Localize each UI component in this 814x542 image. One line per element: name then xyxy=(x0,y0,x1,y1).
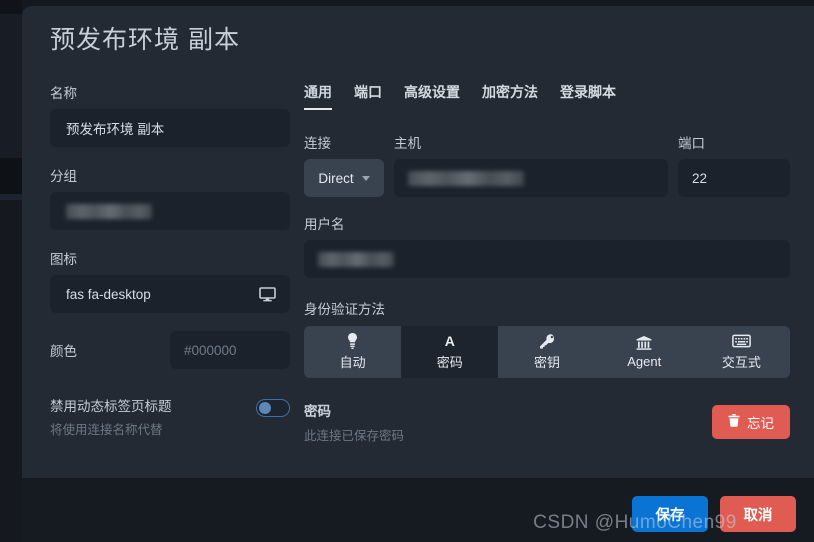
tab-general[interactable]: 通用 xyxy=(304,82,332,110)
tab-port[interactable]: 端口 xyxy=(354,82,382,110)
tab-login-script[interactable]: 登录脚本 xyxy=(560,82,616,110)
field-port: 端口 22 xyxy=(678,132,790,197)
password-section: 密码 此连接已保存密码 忘记 xyxy=(304,400,790,444)
chevron-down-icon xyxy=(361,175,370,181)
dynamic-tab-title-toggle[interactable] xyxy=(256,399,290,417)
field-connection: 连接 Direct xyxy=(304,132,384,197)
password-subtitle: 此连接已保存密码 xyxy=(304,429,405,443)
field-group-select: 分组 xyxy=(50,165,290,230)
host-input[interactable] xyxy=(394,159,668,197)
connection-label: 连接 xyxy=(304,136,331,151)
key-icon xyxy=(539,333,556,349)
rail-segment-active[interactable] xyxy=(0,158,22,194)
footer-buttons: 保存 取消 xyxy=(632,496,796,532)
field-color: 颜色 #000000 xyxy=(50,331,290,369)
auth-option-auto[interactable]: 自动 xyxy=(304,326,402,378)
field-dynamic-tab-title: 禁用动态标签页标题 将使用连接名称代替 xyxy=(50,395,290,438)
name-label: 名称 xyxy=(50,86,77,101)
left-app-rail xyxy=(0,0,22,542)
field-username: 用户名 xyxy=(304,213,790,278)
magic-lightbulb-icon xyxy=(346,333,359,349)
left-form-column: 名称 预发布环境 副本 分组 图标 fas fa-desktop 颜色 #000… xyxy=(50,82,290,438)
right-form-column: 通用 端口 高级设置 加密方法 登录脚本 连接 Direct 主机 端口 22 … xyxy=(304,82,790,444)
connection-select[interactable]: Direct xyxy=(304,159,384,197)
save-button[interactable]: 保存 xyxy=(632,496,708,532)
auth-option-password-label: 密码 xyxy=(436,355,463,370)
desktop-icon xyxy=(259,286,276,302)
bank-icon xyxy=(636,335,652,351)
keyboard-icon xyxy=(732,333,751,349)
host-redacted-value xyxy=(408,170,524,186)
dynamic-tab-title-texts: 禁用动态标签页标题 将使用连接名称代替 xyxy=(50,395,256,438)
auth-option-interactive[interactable]: 交互式 xyxy=(692,326,790,378)
port-label: 端口 xyxy=(678,136,705,151)
cancel-button[interactable]: 取消 xyxy=(720,496,796,532)
dialog-body: 预发布环境 副本 名称 预发布环境 副本 分组 图标 fas fa-deskto… xyxy=(22,6,814,478)
username-input[interactable] xyxy=(304,240,790,278)
dialog-title: 预发布环境 副本 xyxy=(50,26,240,54)
connection-select-value: Direct xyxy=(318,170,354,186)
dynamic-tab-title-label: 禁用动态标签页标题 xyxy=(50,399,172,414)
auth-option-password[interactable]: A 密码 xyxy=(401,326,499,378)
dynamic-tab-title-subtitle: 将使用连接名称代替 xyxy=(50,423,163,437)
field-name: 名称 预发布环境 副本 xyxy=(50,82,290,147)
port-input[interactable]: 22 xyxy=(678,159,790,197)
color-input[interactable]: #000000 xyxy=(170,331,290,369)
trash-icon xyxy=(728,414,740,430)
forget-password-label: 忘记 xyxy=(747,416,774,431)
rail-segment-top xyxy=(0,0,22,14)
auth-option-agent[interactable]: Agent xyxy=(595,326,693,378)
rail-segment-bottom xyxy=(0,200,22,542)
field-icon: 图标 fas fa-desktop xyxy=(50,248,290,313)
icon-input-value: fas fa-desktop xyxy=(66,286,151,302)
toggle-knob xyxy=(259,402,271,414)
app-window: 预发布环境 副本 名称 预发布环境 副本 分组 图标 fas fa-deskto… xyxy=(0,0,814,542)
dialog-footer: 保存 取消 xyxy=(22,478,814,542)
group-redacted-value xyxy=(66,203,152,219)
auth-option-agent-label: Agent xyxy=(627,354,662,369)
host-label: 主机 xyxy=(394,136,421,151)
tab-encryption[interactable]: 加密方法 xyxy=(482,82,538,110)
auth-option-key-label: 密钥 xyxy=(534,355,561,370)
field-host: 主机 xyxy=(394,132,668,197)
group-label: 分组 xyxy=(50,169,77,184)
auth-method-segmented-control: 自动 A 密码 密钥 Agent 交互式 xyxy=(304,326,790,378)
letter-a-icon: A xyxy=(444,333,455,349)
name-input[interactable]: 预发布环境 副本 xyxy=(50,109,290,147)
auth-option-key[interactable]: 密钥 xyxy=(498,326,596,378)
username-label: 用户名 xyxy=(304,217,345,232)
group-input[interactable] xyxy=(50,192,290,230)
auth-method-label: 身份验证方法 xyxy=(304,302,385,317)
password-title: 密码 xyxy=(304,404,331,419)
forget-password-button[interactable]: 忘记 xyxy=(712,405,790,439)
password-texts: 密码 此连接已保存密码 xyxy=(304,400,712,444)
auth-option-auto-label: 自动 xyxy=(339,355,366,370)
connection-settings-dialog: 预发布环境 副本 名称 预发布环境 副本 分组 图标 fas fa-deskto… xyxy=(22,6,814,542)
icon-label: 图标 xyxy=(50,252,77,267)
connection-row: 连接 Direct 主机 端口 22 xyxy=(304,132,790,197)
color-label: 颜色 xyxy=(50,344,77,359)
settings-tabs: 通用 端口 高级设置 加密方法 登录脚本 xyxy=(304,82,790,110)
username-redacted-value xyxy=(318,251,394,267)
icon-input[interactable]: fas fa-desktop xyxy=(50,275,290,313)
tab-advanced[interactable]: 高级设置 xyxy=(404,82,460,110)
auth-option-interactive-label: 交互式 xyxy=(721,355,761,370)
